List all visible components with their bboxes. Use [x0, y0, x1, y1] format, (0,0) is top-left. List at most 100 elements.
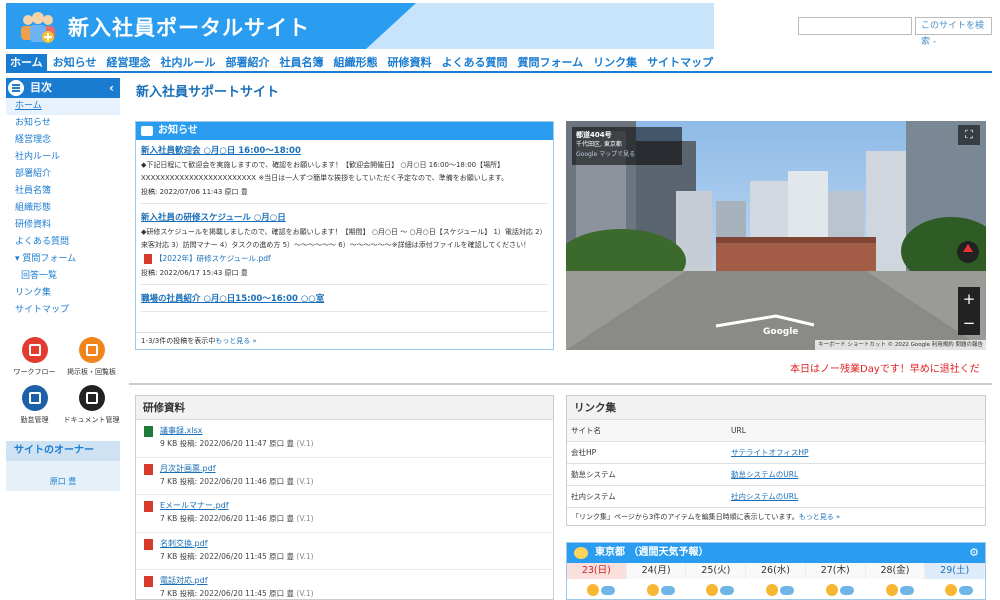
open-in-maps-link[interactable]: Google マップで見る [576, 149, 678, 158]
google-logo: Google [763, 327, 799, 337]
pdf-file-icon [144, 463, 153, 475]
sidebar-item[interactable]: 社員名簿 [6, 183, 120, 200]
weather-icons [567, 579, 985, 599]
excel-file-icon [144, 426, 153, 437]
nav-item[interactable]: ホーム [6, 54, 47, 71]
doc-name-link[interactable]: 月次計画票.pdf [160, 462, 553, 475]
nav-divider [6, 71, 992, 73]
site-search-button[interactable]: このサイトを検索 - [915, 17, 992, 47]
weather-icon [746, 579, 806, 599]
news-item: 職場の社員紹介 ○月○日15:00～16:00 ○○室 [141, 291, 548, 312]
sidebar-item[interactable]: 部署紹介 [6, 166, 120, 183]
sidebar-item[interactable]: サイトマップ [6, 302, 120, 319]
nav-item[interactable]: 社員名簿 [275, 54, 327, 71]
doc-posted: 投稿: 2022/06/20 11:46 原口 豊 [179, 514, 295, 523]
doc-name-link[interactable]: Eメールマナー.pdf [160, 499, 553, 512]
nav-item[interactable]: 社内ルール [156, 54, 219, 71]
nav-item[interactable]: 経営理念 [102, 54, 154, 71]
link-url[interactable]: 社内システムのURL [731, 492, 798, 501]
zoom-control[interactable]: + − [958, 287, 980, 335]
news-title-link[interactable]: 新入社員の研修スケジュール ○月○日 [141, 210, 548, 226]
news-icon [141, 126, 153, 136]
weather-icon [925, 579, 985, 599]
pdf-file-icon [144, 501, 153, 512]
news-footer: 1-3/3件の投稿を表示中もっと見る » [136, 332, 553, 348]
compass-icon[interactable] [957, 241, 979, 263]
weather-day: 29(土) [925, 563, 985, 579]
nav-item[interactable]: お知らせ [49, 54, 101, 71]
docs-header: 研修資料 [136, 396, 553, 420]
links-more-link[interactable]: もっと見る » [799, 513, 841, 521]
site-owner-name[interactable]: 原口 豊 [6, 461, 120, 491]
sidebar-item[interactable]: リンク集 [6, 285, 120, 302]
sun-icon [885, 584, 898, 596]
link-url[interactable]: サテライトオフィスHP [731, 448, 809, 457]
cloud-icon [720, 586, 735, 595]
cloud-icon [601, 586, 615, 595]
attachment-link[interactable]: 【2022年】研修スケジュール.pdf [141, 252, 548, 266]
doc-name-link[interactable]: 議事録.xlsx [160, 424, 553, 437]
nav-item[interactable]: 研修資料 [383, 54, 435, 71]
sidebar-item[interactable]: ホーム [6, 98, 120, 115]
link-url[interactable]: 勤怠システムのURL [731, 470, 798, 479]
link-site-name: 社内システム [567, 485, 727, 508]
street-view[interactable]: 都道404号 千代田区, 東京都 Google マップで見る ⛶ + − Goog… [566, 121, 986, 350]
app-shortcut[interactable]: 勤怠管理 [6, 385, 63, 425]
news-panel: お知らせ 新入社員歓迎会 ○月○日 16:00～18:00 ◆下記日程にて歓迎会を… [135, 121, 554, 350]
weather-icon [567, 579, 627, 599]
sidebar-item[interactable]: お知らせ [6, 115, 120, 132]
site-owner-header: サイトのオーナー [6, 441, 120, 461]
sidebar-item[interactable]: 回答一覧 [6, 268, 120, 285]
sidebar-item[interactable]: ▾ 質問フォーム [6, 251, 120, 268]
sidebar-header[interactable]: 目次 ‹ [6, 78, 120, 98]
news-list: 新入社員歓迎会 ○月○日 16:00～18:00 ◆下記日程にて歓迎会を実施します… [136, 140, 553, 332]
doc-item: 月次計画票.pdf 7 KB 投稿: 2022/06/20 11:46 原口 豊 … [136, 458, 553, 495]
weather-icon [627, 579, 687, 599]
zoom-in-icon[interactable]: + [958, 287, 980, 311]
sidebar-item[interactable]: 経営理念 [6, 132, 120, 149]
collapse-chevron-icon[interactable]: ‹ [109, 78, 114, 98]
weather-days: 23(日) 24(月) 25(火) 26(水) 27(木) 28(金) 29(土) [567, 563, 985, 579]
app-shortcut[interactable]: 掲示板・回覧板 [63, 337, 120, 377]
nav-item[interactable]: 部署紹介 [221, 54, 273, 71]
sidebar-item[interactable]: 社内ルール [6, 149, 120, 166]
doc-name-link[interactable]: 名刺交換.pdf [160, 537, 553, 550]
weather-icon [806, 579, 866, 599]
gear-icon[interactable]: ⚙ [969, 543, 979, 563]
news-title-link[interactable]: 新入社員歓迎会 ○月○日 16:00～18:00 [141, 143, 548, 159]
sun-icon [587, 584, 599, 596]
site-banner[interactable]: 新入社員ポータルサイト [6, 3, 714, 49]
app-shortcut[interactable]: ドキュメント管理 [63, 385, 120, 425]
pdf-file-icon [144, 576, 153, 587]
sidebar-item[interactable]: 組織形態 [6, 200, 120, 217]
app-shortcuts: ワークフロー 掲示板・回覧板 勤怠管理 ドキュメント管理 [6, 337, 120, 425]
nav-item[interactable]: リンク集 [589, 54, 641, 71]
doc-name-link[interactable]: 電話対応.pdf [160, 574, 553, 587]
menu-icon [8, 80, 24, 96]
zoom-out-icon[interactable]: − [958, 311, 980, 335]
map-footer[interactable]: キーボード ショートカット © 2022 Google 利用規約 問題の報告 [815, 340, 986, 350]
sidebar-item[interactable]: 研修資料 [6, 217, 120, 234]
link-url-cell: サテライトオフィスHP [727, 441, 985, 464]
doc-version: (V.1) [296, 589, 314, 598]
weather-icon [686, 579, 746, 599]
weather-day: 24(月) [626, 563, 687, 579]
docs-list: 議事録.xlsx 9 KB 投稿: 2022/06/20 11:47 原口 豊 (… [136, 420, 553, 599]
doc-meta: 7 KB 投稿: 2022/06/20 11:46 原口 豊 (V.1) [160, 475, 553, 489]
sidebar-item[interactable]: よくある質問 [6, 234, 120, 251]
doc-version: (V.1) [296, 514, 314, 523]
news-more-link[interactable]: もっと見る » [215, 337, 257, 345]
nav-item[interactable]: 組織形態 [329, 54, 381, 71]
site-header: 新入社員ポータルサイト このサイトを検索 - [0, 0, 1000, 52]
app-shortcut[interactable]: ワークフロー [6, 337, 63, 377]
site-search-input[interactable] [798, 17, 912, 35]
news-item: 新入社員の研修スケジュール ○月○日 ◆研修スケジュールを掲載しましたので、確認を… [141, 210, 548, 285]
doc-size: 7 KB [160, 589, 178, 598]
doc-size: 9 KB [160, 439, 178, 448]
nav-item[interactable]: 質問フォーム [513, 54, 587, 71]
link-url-cell: 社内システムのURL [727, 485, 985, 508]
fullscreen-icon[interactable]: ⛶ [958, 125, 980, 145]
nav-item[interactable]: サイトマップ [643, 54, 717, 71]
news-title-link[interactable]: 職場の社員紹介 ○月○日15:00～16:00 ○○室 [141, 291, 548, 307]
nav-item[interactable]: よくある質問 [437, 54, 511, 71]
